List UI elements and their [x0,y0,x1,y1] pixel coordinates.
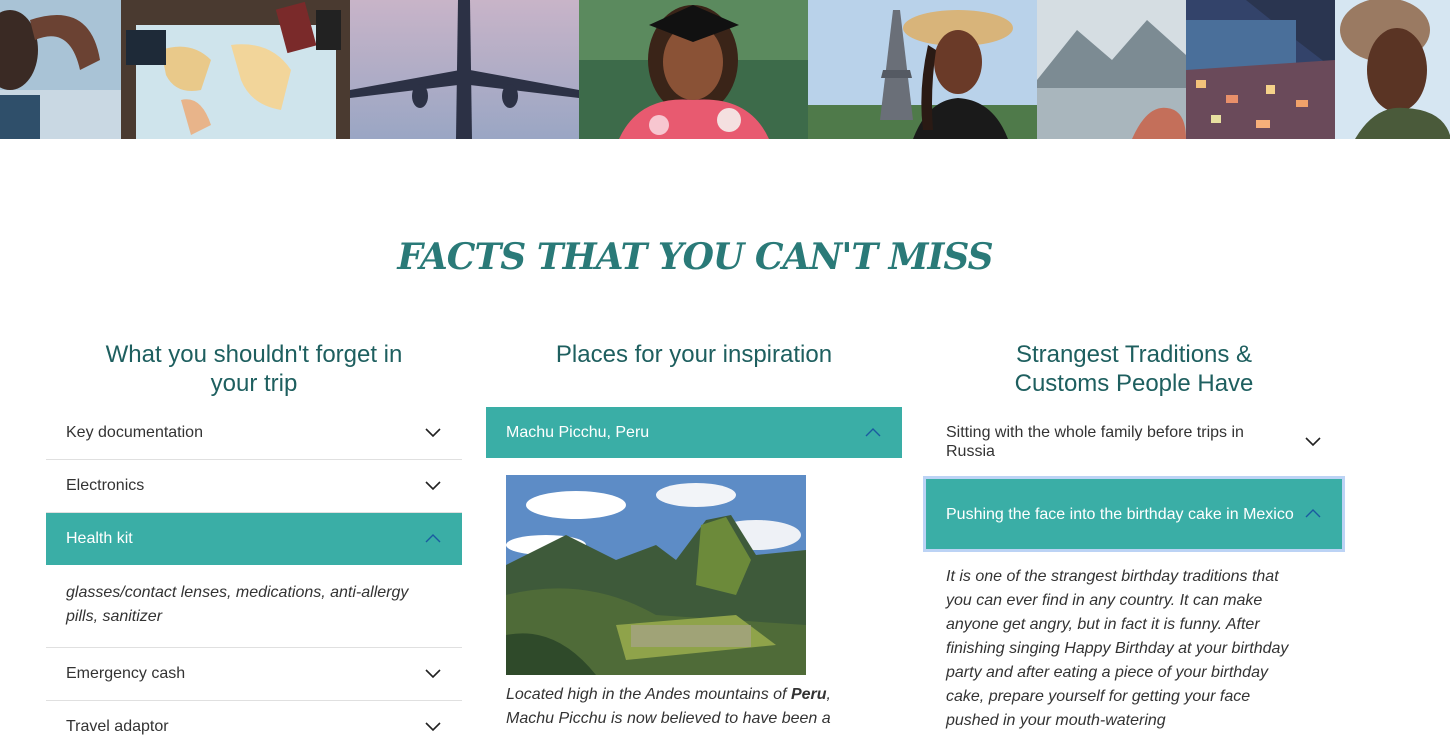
chevron-up-icon [1305,509,1321,518]
content-text: Located high in the Andes mountains of [506,686,791,703]
places-column: Places for your inspiration Machu Picchu… [486,340,902,731]
main-title: FACTS THAT YOU CAN'T MISS [397,236,993,278]
accordion-label: Emergency cash [66,665,186,682]
accordion-header[interactable]: Sitting with the whole family before tri… [926,407,1342,461]
accordion-item-electronics: Electronics [46,460,462,513]
checklist-column: What you shouldn't forget in your trip K… [46,340,462,738]
accordion-item-machu-picchu: Machu Picchu, Peru Located high in the A… [486,407,902,731]
woman-looking-photo [0,0,121,139]
chevron-down-icon [1305,437,1321,447]
traditions-column: Strangest Traditions & Customs People Ha… [923,340,1345,733]
accordion-content: Located high in the Andes mountains of P… [486,675,902,731]
accordion-label: Sitting with the whole family before tri… [946,424,1244,460]
accordion-header[interactable]: Health kit [46,513,462,565]
chevron-down-icon [425,669,441,679]
photo-strip [0,0,1450,139]
accordion-item-health-kit: Health kit glasses/contact lenses, medic… [46,513,462,648]
woman-hat-photo [1335,0,1450,139]
accordion-item-emergency-cash: Emergency cash [46,648,462,701]
accordion-header[interactable]: Key documentation [46,407,462,459]
accordion-header[interactable]: Travel adaptor [46,701,462,738]
lake-mountains-photo [1037,0,1186,139]
accordion-header[interactable]: Pushing the face into the birthday cake … [923,476,1345,552]
accordion-item-russia: Sitting with the whole family before tri… [926,407,1342,461]
content-bold-text: Peru [790,686,827,703]
chevron-up-icon [425,534,441,543]
graduate-photo [579,0,808,139]
traditions-title: Strangest Traditions & Customs People Ha… [1014,341,1254,397]
airplane-photo [350,0,579,139]
accordion-label: Travel adaptor [66,718,169,735]
world-map-photo [121,0,350,139]
accordion-label: Electronics [66,477,145,494]
accordion-header[interactable]: Electronics [46,460,462,512]
coastal-town-photo [1186,0,1335,139]
accordion-label: Machu Picchu, Peru [506,423,650,441]
accordion-content: glasses/contact lenses, medications, ant… [66,584,409,625]
accordion-label: Key documentation [66,424,203,441]
chevron-down-icon [425,481,441,491]
places-title: Places for your inspiration [555,341,833,368]
chevron-up-icon [865,427,881,436]
accordion-header[interactable]: Machu Picchu, Peru [486,407,902,458]
accordion-item-key-documentation: Key documentation [46,407,462,460]
chevron-down-icon [425,722,441,732]
accordion-content: It is one of the strangest birthday trad… [946,568,1289,729]
chevron-down-icon [425,428,441,438]
accordion-label: Pushing the face into the birthday cake … [946,505,1294,523]
checklist-title: What you shouldn't forget in your trip [105,341,403,397]
accordion-item-travel-adaptor: Travel adaptor [46,701,462,738]
eiffel-tower-photo [808,0,1037,139]
accordion-header[interactable]: Emergency cash [46,648,462,700]
accordion-label: Health kit [66,530,133,547]
accordion-item-mexico: Pushing the face into the birthday cake … [923,476,1345,733]
machu-picchu-image [506,475,806,675]
